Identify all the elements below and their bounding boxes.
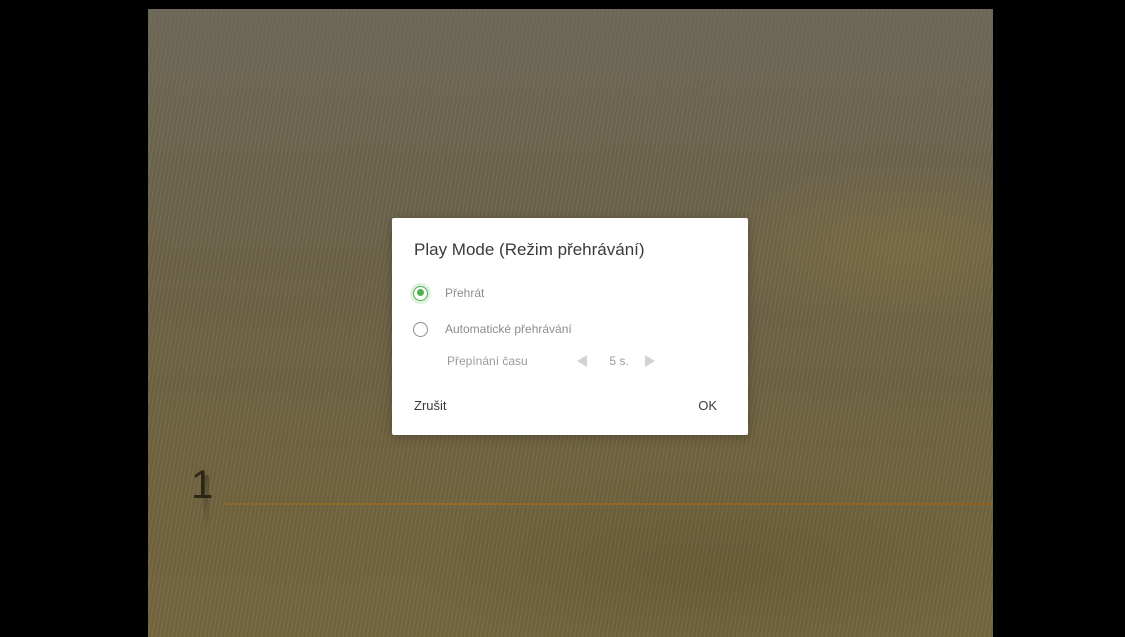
dialog-title: Play Mode (Režim přehrávání) — [414, 240, 645, 259]
radio-checked-icon[interactable] — [413, 285, 428, 301]
radio-unchecked-icon[interactable] — [413, 321, 428, 337]
increase-interval-icon[interactable] — [645, 355, 655, 367]
interval-label: Přepínání času — [447, 354, 528, 368]
interval-stepper: Přepínání času 5 s. — [447, 352, 655, 370]
interval-value: 5 s. — [609, 354, 629, 368]
slide-divider-line — [223, 503, 993, 505]
cancel-button[interactable]: Zrušit — [414, 398, 447, 413]
play-option[interactable]: Přehrát — [413, 283, 484, 303]
play-option-label: Přehrát — [445, 286, 485, 300]
autoplay-option[interactable]: Automatické přehrávání — [413, 319, 572, 339]
screen: 1 Play Mode (Režim přehrávání) Přehrát A… — [0, 0, 1125, 637]
decrease-interval-icon[interactable] — [577, 355, 587, 367]
autoplay-option-label: Automatické přehrávání — [445, 322, 572, 336]
ok-button[interactable]: OK — [698, 398, 717, 413]
slide-number: 1 — [191, 463, 214, 507]
play-mode-dialog: Play Mode (Režim přehrávání) Přehrát Aut… — [392, 218, 748, 435]
